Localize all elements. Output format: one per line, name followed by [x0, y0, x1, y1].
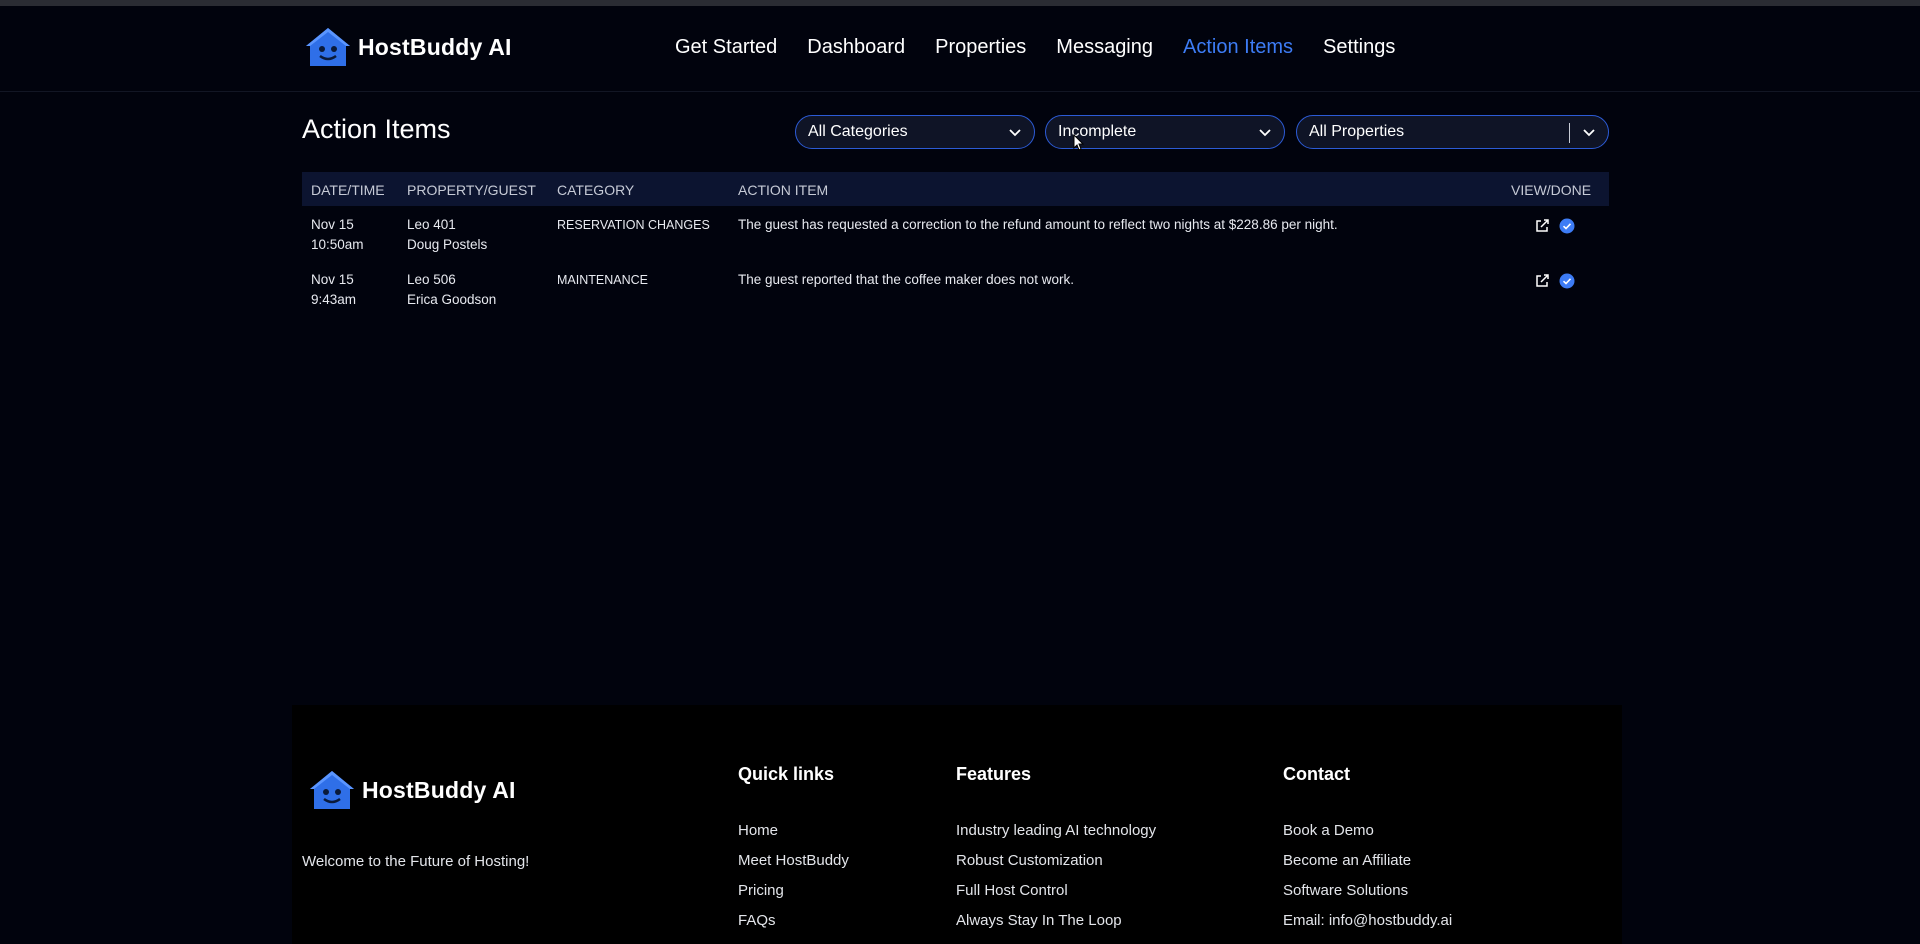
done-check-icon[interactable] — [1559, 273, 1575, 289]
chevron-down-icon — [1583, 129, 1595, 137]
column-header-property-guest: PROPERTY/GUEST — [407, 182, 536, 198]
footer-link-affiliate[interactable]: Become an Affiliate — [1283, 852, 1411, 869]
features-heading: Features — [956, 764, 1032, 784]
row-category: MAINTENANCE — [557, 273, 648, 287]
footer-link-customization[interactable]: Robust Customization — [956, 852, 1103, 869]
row-property: Leo 401 — [407, 217, 456, 232]
chevron-down-icon — [1009, 129, 1021, 137]
edit-icon[interactable] — [1534, 218, 1550, 234]
nav-action-items[interactable]: Action Items — [1183, 36, 1293, 59]
footer-brand-name: HostBuddy AI — [362, 776, 516, 803]
properties-filter-select[interactable]: All Properties — [1296, 115, 1609, 149]
column-header-action-item: ACTION ITEM — [738, 182, 829, 198]
footer-link-faqs[interactable]: FAQs — [738, 912, 776, 929]
nav-messaging[interactable]: Messaging — [1056, 36, 1153, 59]
status-filter-value: Incomplete — [1058, 123, 1137, 140]
footer-link-software-solutions[interactable]: Software Solutions — [1283, 882, 1408, 899]
header-logo[interactable]: HostBuddy AI — [302, 24, 512, 70]
top-header: HostBuddy AI Get Started Dashboard Prope… — [0, 6, 1920, 92]
footer-link-home[interactable]: Home — [738, 822, 778, 839]
row-guest: Doug Postels — [407, 237, 488, 252]
table-header-row: DATE/TIME PROPERTY/GUEST CATEGORY ACTION… — [302, 172, 1609, 206]
house-logo-icon — [306, 28, 350, 66]
footer-contact-email[interactable]: Email: info@hostbuddy.ai — [1283, 912, 1452, 929]
contact-heading: Contact — [1283, 764, 1350, 784]
row-guest: Erica Goodson — [407, 292, 497, 307]
row-property: Leo 506 — [407, 272, 456, 287]
chevron-down-icon — [1259, 129, 1271, 137]
nav-settings[interactable]: Settings — [1323, 36, 1395, 59]
house-logo-icon — [310, 771, 354, 809]
column-header-view-done: VIEW/DONE — [1511, 182, 1592, 198]
nav-dashboard[interactable]: Dashboard — [807, 36, 905, 59]
footer-logo[interactable]: HostBuddy AI — [306, 767, 516, 813]
footer-link-host-control[interactable]: Full Host Control — [956, 882, 1068, 899]
footer-tagline: Welcome to the Future of Hosting! — [302, 853, 530, 870]
row-time: 10:50am — [311, 237, 364, 252]
row-time: 9:43am — [311, 292, 357, 307]
quick-links-heading: Quick links — [738, 764, 835, 784]
column-header-category: CATEGORY — [557, 182, 635, 198]
edit-icon[interactable] — [1534, 273, 1550, 289]
row-action-item: The guest reported that the coffee maker… — [738, 272, 1074, 287]
row-action-item: The guest has requested a correction to … — [738, 217, 1338, 232]
properties-filter-value: All Properties — [1309, 123, 1405, 140]
nav-get-started[interactable]: Get Started — [675, 36, 777, 59]
done-check-icon[interactable] — [1559, 218, 1575, 234]
main-nav: Get Started Dashboard Properties Messagi… — [675, 36, 1425, 59]
nav-properties[interactable]: Properties — [935, 36, 1026, 59]
column-header-datetime: DATE/TIME — [311, 182, 385, 198]
category-filter-select[interactable]: All Categories — [795, 115, 1035, 149]
row-date: Nov 15 — [311, 272, 354, 287]
brand-name: HostBuddy AI — [358, 33, 512, 60]
category-filter-value: All Categories — [808, 123, 908, 140]
footer-link-book-demo[interactable]: Book a Demo — [1283, 822, 1374, 839]
mouse-cursor-icon — [1073, 134, 1085, 151]
row-date: Nov 15 — [311, 217, 354, 232]
row-category: RESERVATION CHANGES — [557, 218, 710, 232]
select-divider — [1569, 123, 1570, 143]
page-title: Action Items — [302, 114, 451, 144]
footer-link-meet-hostbuddy[interactable]: Meet HostBuddy — [738, 852, 849, 869]
footer-link-ai-technology[interactable]: Industry leading AI technology — [956, 822, 1156, 839]
footer-link-stay-in-loop[interactable]: Always Stay In The Loop — [956, 912, 1122, 929]
footer-link-pricing[interactable]: Pricing — [738, 882, 784, 899]
